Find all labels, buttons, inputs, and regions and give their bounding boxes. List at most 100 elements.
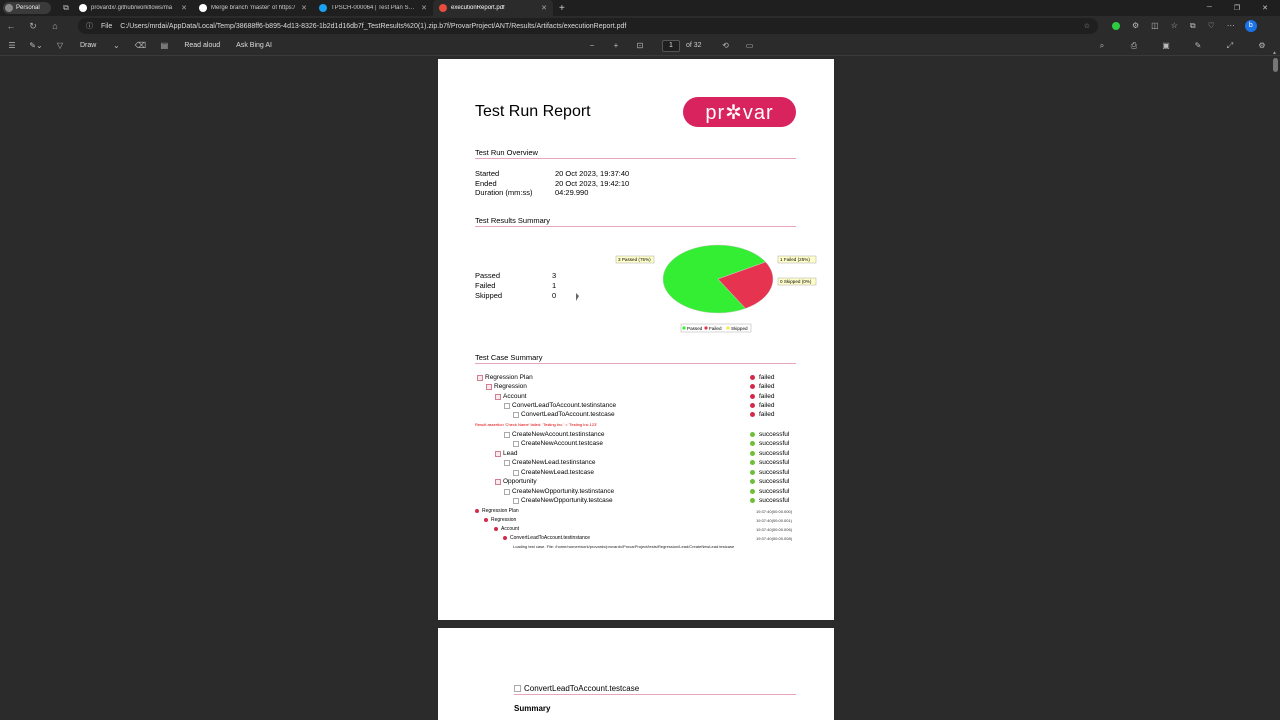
page-number-input[interactable]: 1 (661, 39, 680, 52)
stat-label: Skipped (475, 291, 503, 300)
avatar (5, 4, 13, 12)
print-icon[interactable]: ⎙ (1122, 41, 1146, 51)
file-icon (513, 411, 519, 418)
failed-dot-icon (475, 509, 479, 513)
more-icon[interactable]: ⋯ (1227, 21, 1235, 31)
address-prefix: File (101, 22, 113, 30)
status-badge: successful (750, 450, 789, 457)
chevron-down-icon[interactable]: ⌄ (104, 41, 128, 50)
maximize-icon[interactable]: ❐ (1234, 4, 1240, 12)
text-box-icon[interactable]: ▤ (152, 41, 176, 50)
tree-item: CreateNewLead.testinstance (504, 459, 595, 466)
ask-bing-button[interactable]: Ask Bing AI (236, 42, 272, 49)
pdf-page-1: Test Run Report pr✲var Test Run Overview… (438, 59, 834, 620)
status-badge: successful (750, 478, 789, 485)
status-label: successful (759, 469, 790, 476)
close-icon[interactable]: ✕ (181, 4, 187, 12)
rotate-icon[interactable]: ⟲ (714, 41, 738, 50)
fit-page-icon[interactable]: ⊡ (628, 41, 652, 50)
search-icon[interactable]: ⌕ (1090, 41, 1114, 51)
minimize-icon[interactable]: ─ (1207, 4, 1212, 12)
refresh-icon[interactable]: ↻ (22, 21, 44, 32)
overview-row: Started 20 Oct 2023, 19:37:40 (475, 169, 629, 178)
workspaces-icon[interactable]: ⧉ (59, 1, 73, 15)
tab-0[interactable]: provardx/.github/workflows/ma ✕ (73, 0, 193, 16)
extension-icon[interactable] (1112, 22, 1120, 30)
stat-row: Skipped 0 (475, 291, 556, 300)
tab-2[interactable]: TPSCH-000064 | Test Plan Schedu ✕ (313, 0, 433, 16)
tree-item-label: Regression Plan (485, 374, 533, 381)
favorite-star-icon[interactable]: ☆ (1084, 22, 1098, 30)
contents-icon[interactable]: ☰ (0, 41, 24, 50)
back-icon[interactable]: ← (0, 21, 22, 31)
chart-legend: Passed Failed Skipped (680, 323, 752, 333)
favorites-icon[interactable]: ☆ (1171, 21, 1178, 31)
extensions-icon[interactable]: ⚙ (1132, 21, 1139, 31)
status-dot-icon (750, 451, 755, 456)
failed-dot-icon (494, 527, 498, 531)
close-window-icon[interactable]: ✕ (1262, 4, 1268, 12)
tree-item: Opportunity (495, 478, 537, 485)
settings-icon[interactable]: ⚙ (1250, 41, 1274, 51)
page-view-icon[interactable]: ▭ (738, 41, 762, 50)
new-tab-button[interactable]: + (559, 3, 565, 14)
legend-label: Passed (687, 326, 703, 331)
tab-3[interactable]: executionReport.pdf ✕ (433, 0, 553, 16)
draw-icon[interactable]: ▽ (48, 41, 72, 50)
close-icon[interactable]: ✕ (541, 4, 547, 12)
tree-item-label: Account (503, 393, 527, 400)
folder-icon (495, 450, 501, 457)
zoom-in-icon[interactable]: + (604, 41, 628, 50)
status-badge: successful (750, 440, 789, 447)
file-icon (504, 402, 510, 409)
tree-item: CreateNewAccount.testinstance (504, 431, 605, 438)
overview-heading: Test Run Overview (475, 148, 796, 159)
tree-item-label: Lead (503, 450, 518, 457)
home-icon[interactable]: ⌂ (44, 21, 66, 31)
legend-swatch (726, 326, 730, 330)
address-field[interactable]: ⓘ File C:/Users/mrdai/AppData/Local/Temp… (78, 18, 1098, 34)
close-icon[interactable]: ✕ (421, 4, 427, 12)
scrollbar[interactable] (1273, 58, 1278, 72)
test-case-summary-heading: Test Case Summary (475, 353, 796, 364)
status-dot-icon (750, 460, 755, 465)
bing-icon[interactable]: b (1244, 20, 1257, 32)
profile-button[interactable]: Personal (3, 2, 51, 14)
file-icon (513, 497, 519, 504)
tree-item-label: CreateNewAccount.testinstance (512, 431, 605, 438)
tree-item-label: CreateNewAccount.testcase (521, 440, 604, 447)
tab-1[interactable]: Merge branch 'master' of https:/ ✕ (193, 0, 313, 16)
tree-item: ConvertLeadToAccount.testcase (513, 411, 615, 418)
zoom-out-icon[interactable]: − (580, 41, 604, 50)
stat-label: Failed (475, 281, 496, 290)
tab-label: executionReport.pdf (451, 5, 505, 11)
tree-item: ConvertLeadToAccount.testinstance (504, 402, 616, 409)
split-screen-icon[interactable]: ◫ (1151, 21, 1159, 31)
status-dot-icon (750, 441, 755, 446)
read-aloud-button[interactable]: Read aloud (184, 42, 220, 49)
status-badge: failed (750, 411, 775, 418)
testcase-icon (514, 685, 521, 692)
tree-item: CreateNewAccount.testcase (513, 440, 603, 447)
loading-message: Loading test case. File: /home/runner/wo… (513, 544, 735, 549)
copilot-icon[interactable]: ♡ (1208, 21, 1215, 31)
fullscreen-icon[interactable]: ⤢ (1218, 41, 1242, 51)
stat-row: Passed 3 (475, 271, 556, 280)
erase-icon[interactable]: ⌫ (128, 41, 152, 50)
log-entry: Account (494, 526, 519, 532)
pdf-page-2: ConvertLeadToAccount.testcase Summary (438, 628, 834, 720)
window-controls: ─ ❐ ✕ (1207, 4, 1280, 12)
status-dot-icon (750, 498, 755, 503)
close-icon[interactable]: ✕ (301, 4, 307, 12)
info-icon[interactable]: ⓘ (86, 21, 93, 31)
save-as-icon[interactable]: ✎ (1186, 41, 1210, 51)
provar-logo: pr✲var (683, 97, 796, 127)
highlight-icon[interactable]: ✎⌄ (24, 41, 48, 50)
status-dot-icon (750, 470, 755, 475)
file-icon (504, 431, 510, 438)
scroll-up-icon[interactable]: ▲ (1272, 50, 1277, 56)
save-icon[interactable]: ▣ (1154, 41, 1178, 51)
draw-button[interactable]: Draw (80, 42, 96, 49)
overview-value: 20 Oct 2023, 19:42:10 (555, 179, 630, 188)
collections-icon[interactable]: ⧉ (1190, 21, 1196, 31)
